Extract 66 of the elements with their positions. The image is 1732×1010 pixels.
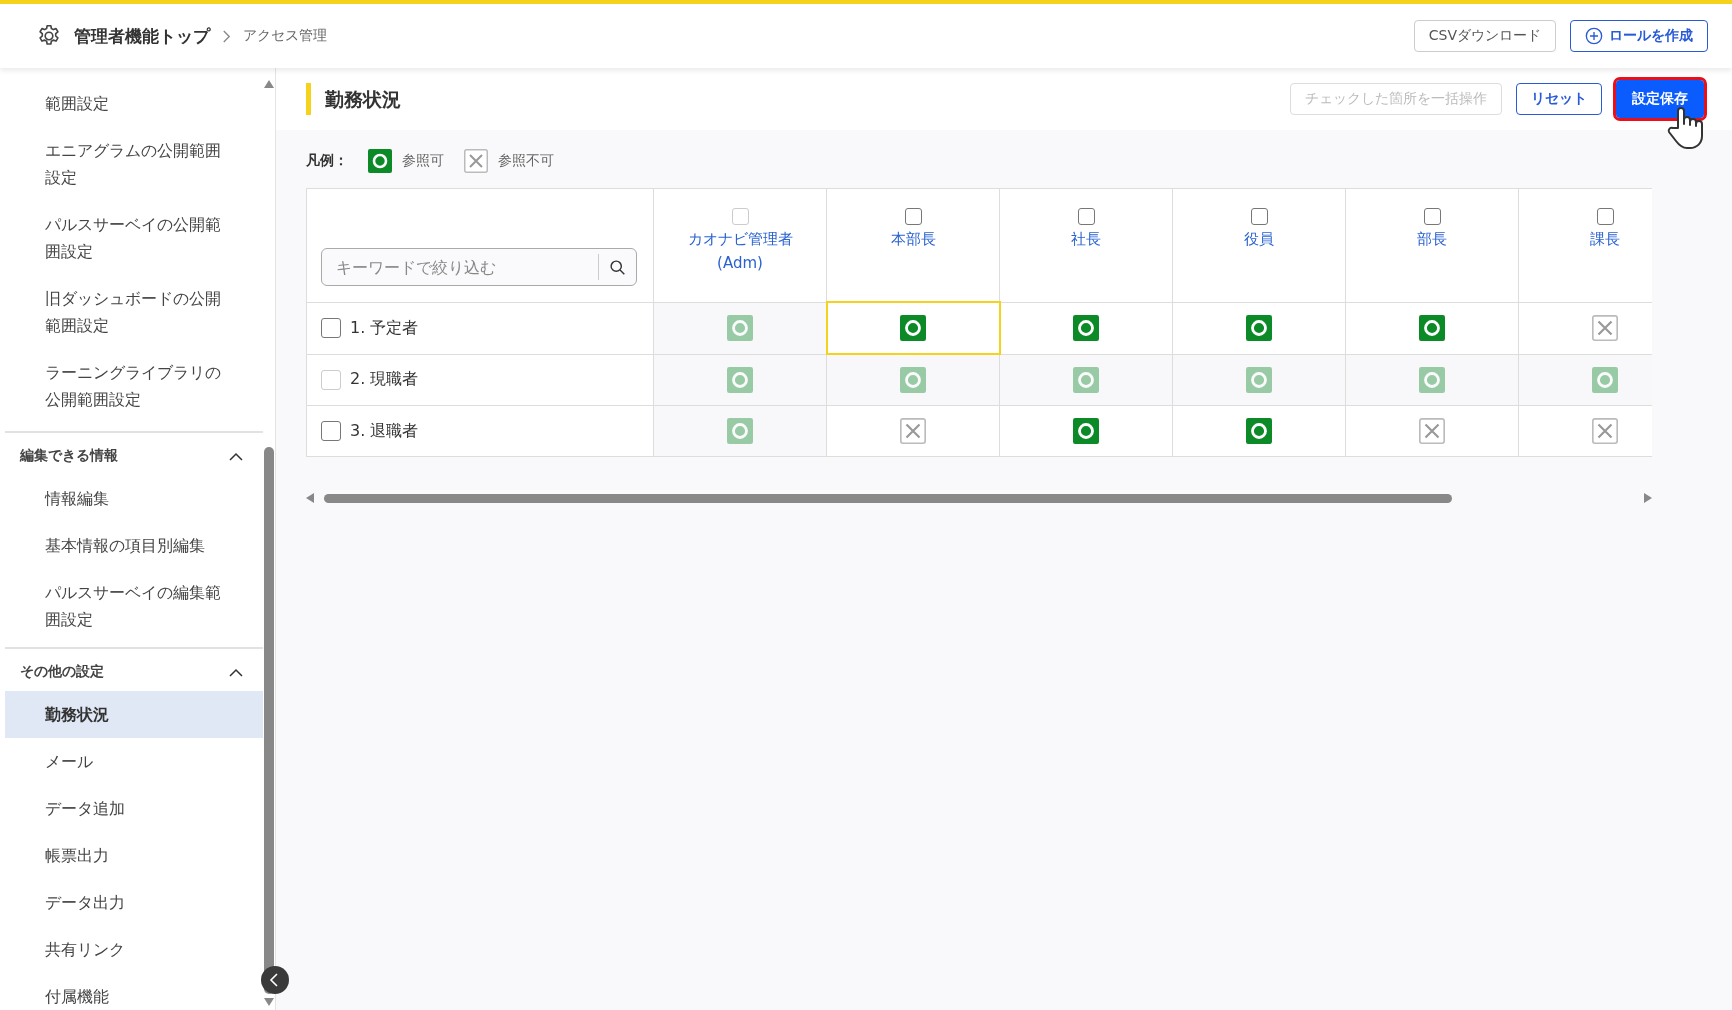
row-checkbox[interactable]	[321, 421, 341, 441]
sidebar-item[interactable]: エニアグラムの公開範囲設定	[5, 127, 264, 201]
action-button[interactable]: 設定保存	[1616, 80, 1704, 118]
page-title: 勤務状況	[306, 83, 401, 115]
permission-cell[interactable]	[1345, 405, 1519, 457]
column-header[interactable]: 役員	[1244, 229, 1274, 249]
collapse-button[interactable]	[261, 966, 289, 994]
permission-cell[interactable]	[999, 405, 1173, 457]
sidebar-item[interactable]: 共有リンク	[5, 926, 264, 973]
header-button[interactable]: ロールを作成	[1570, 20, 1708, 52]
sidebar-item[interactable]: データ出力	[5, 879, 264, 926]
circle-mark-icon	[368, 149, 392, 173]
row-label: 3. 退職者	[350, 420, 419, 440]
legend-text: 参照不可	[498, 152, 554, 170]
cross-mark-icon	[464, 149, 488, 173]
permission-cell[interactable]	[1172, 302, 1346, 354]
sidebar-item[interactable]: メール	[5, 738, 264, 785]
sidebar-item[interactable]: パルスサーベイの公開範囲設定	[5, 201, 264, 275]
action-button[interactable]: リセット	[1516, 83, 1602, 115]
header-button[interactable]: CSVダウンロード	[1413, 20, 1556, 52]
column-header[interactable]: 課長	[1590, 229, 1620, 249]
column-checkbox[interactable]	[1423, 208, 1441, 225]
sidebar-item[interactable]: 旧ダッシュボードの公開範囲設定	[5, 275, 264, 349]
legend-label: 凡例：	[306, 152, 348, 170]
search-icon	[609, 258, 626, 276]
permission-cell[interactable]	[1172, 405, 1346, 457]
scroll-up-icon	[264, 80, 275, 88]
sidebar-item[interactable]: 基本情報の項目別編集	[5, 522, 264, 569]
column-header[interactable]: 本部長	[890, 229, 936, 249]
search-field[interactable]: キーワードで絞り込む	[321, 248, 637, 287]
sidebar-item[interactable]: 帳票出力	[5, 832, 264, 879]
permission-cell[interactable]	[999, 302, 1173, 354]
permission-cell[interactable]	[1345, 302, 1519, 354]
column-checkbox[interactable]	[1250, 208, 1268, 225]
column-checkbox[interactable]	[904, 208, 922, 225]
permission-cell[interactable]	[826, 405, 1000, 457]
section-header[interactable]: 編集できる情報	[5, 433, 264, 475]
sidebar-item[interactable]: 付属機能	[5, 973, 264, 1010]
section-title: 編集できる情報	[20, 447, 118, 465]
section-title: その他の設定	[20, 663, 104, 681]
scrollbar-thumb[interactable]	[264, 447, 275, 994]
scrollbar-thumb[interactable]	[324, 493, 1452, 503]
sidebar-item[interactable]: 範囲設定	[5, 80, 264, 127]
column-header[interactable]: 部長	[1417, 229, 1447, 249]
sidebar-item[interactable]: ラーニングライブラリの公開範囲設定	[5, 349, 264, 423]
sidebar-item[interactable]: 勤務状況	[5, 691, 264, 738]
column-header[interactable]: 社長	[1071, 229, 1101, 249]
row-checkbox[interactable]	[321, 318, 341, 338]
permission-cell[interactable]	[826, 302, 1000, 354]
column-checkbox[interactable]	[1077, 208, 1095, 225]
breadcrumb-link[interactable]: 管理者機能トップ	[74, 24, 210, 48]
legend-text: 参照可	[402, 152, 444, 170]
sidebar-item[interactable]: パルスサーベイの編集範囲設定	[5, 569, 264, 643]
column-checkbox[interactable]	[1596, 208, 1614, 225]
section-header[interactable]: その他の設定	[5, 649, 264, 691]
sidebar-item[interactable]: データ追加	[5, 785, 264, 832]
row-label: 1. 予定者	[350, 317, 419, 337]
scroll-right-icon	[1644, 493, 1652, 503]
sidebar-item[interactable]: 情報編集	[5, 475, 264, 522]
chevron-right-icon	[222, 29, 231, 43]
row-label: 2. 現職者	[350, 369, 419, 389]
breadcrumb-current: アクセス管理	[243, 27, 327, 45]
scroll-down-icon	[264, 998, 275, 1006]
scroll-left-icon	[306, 493, 314, 503]
plus-circle-icon	[1585, 27, 1603, 45]
column-subheader: (Adm)	[717, 253, 763, 273]
